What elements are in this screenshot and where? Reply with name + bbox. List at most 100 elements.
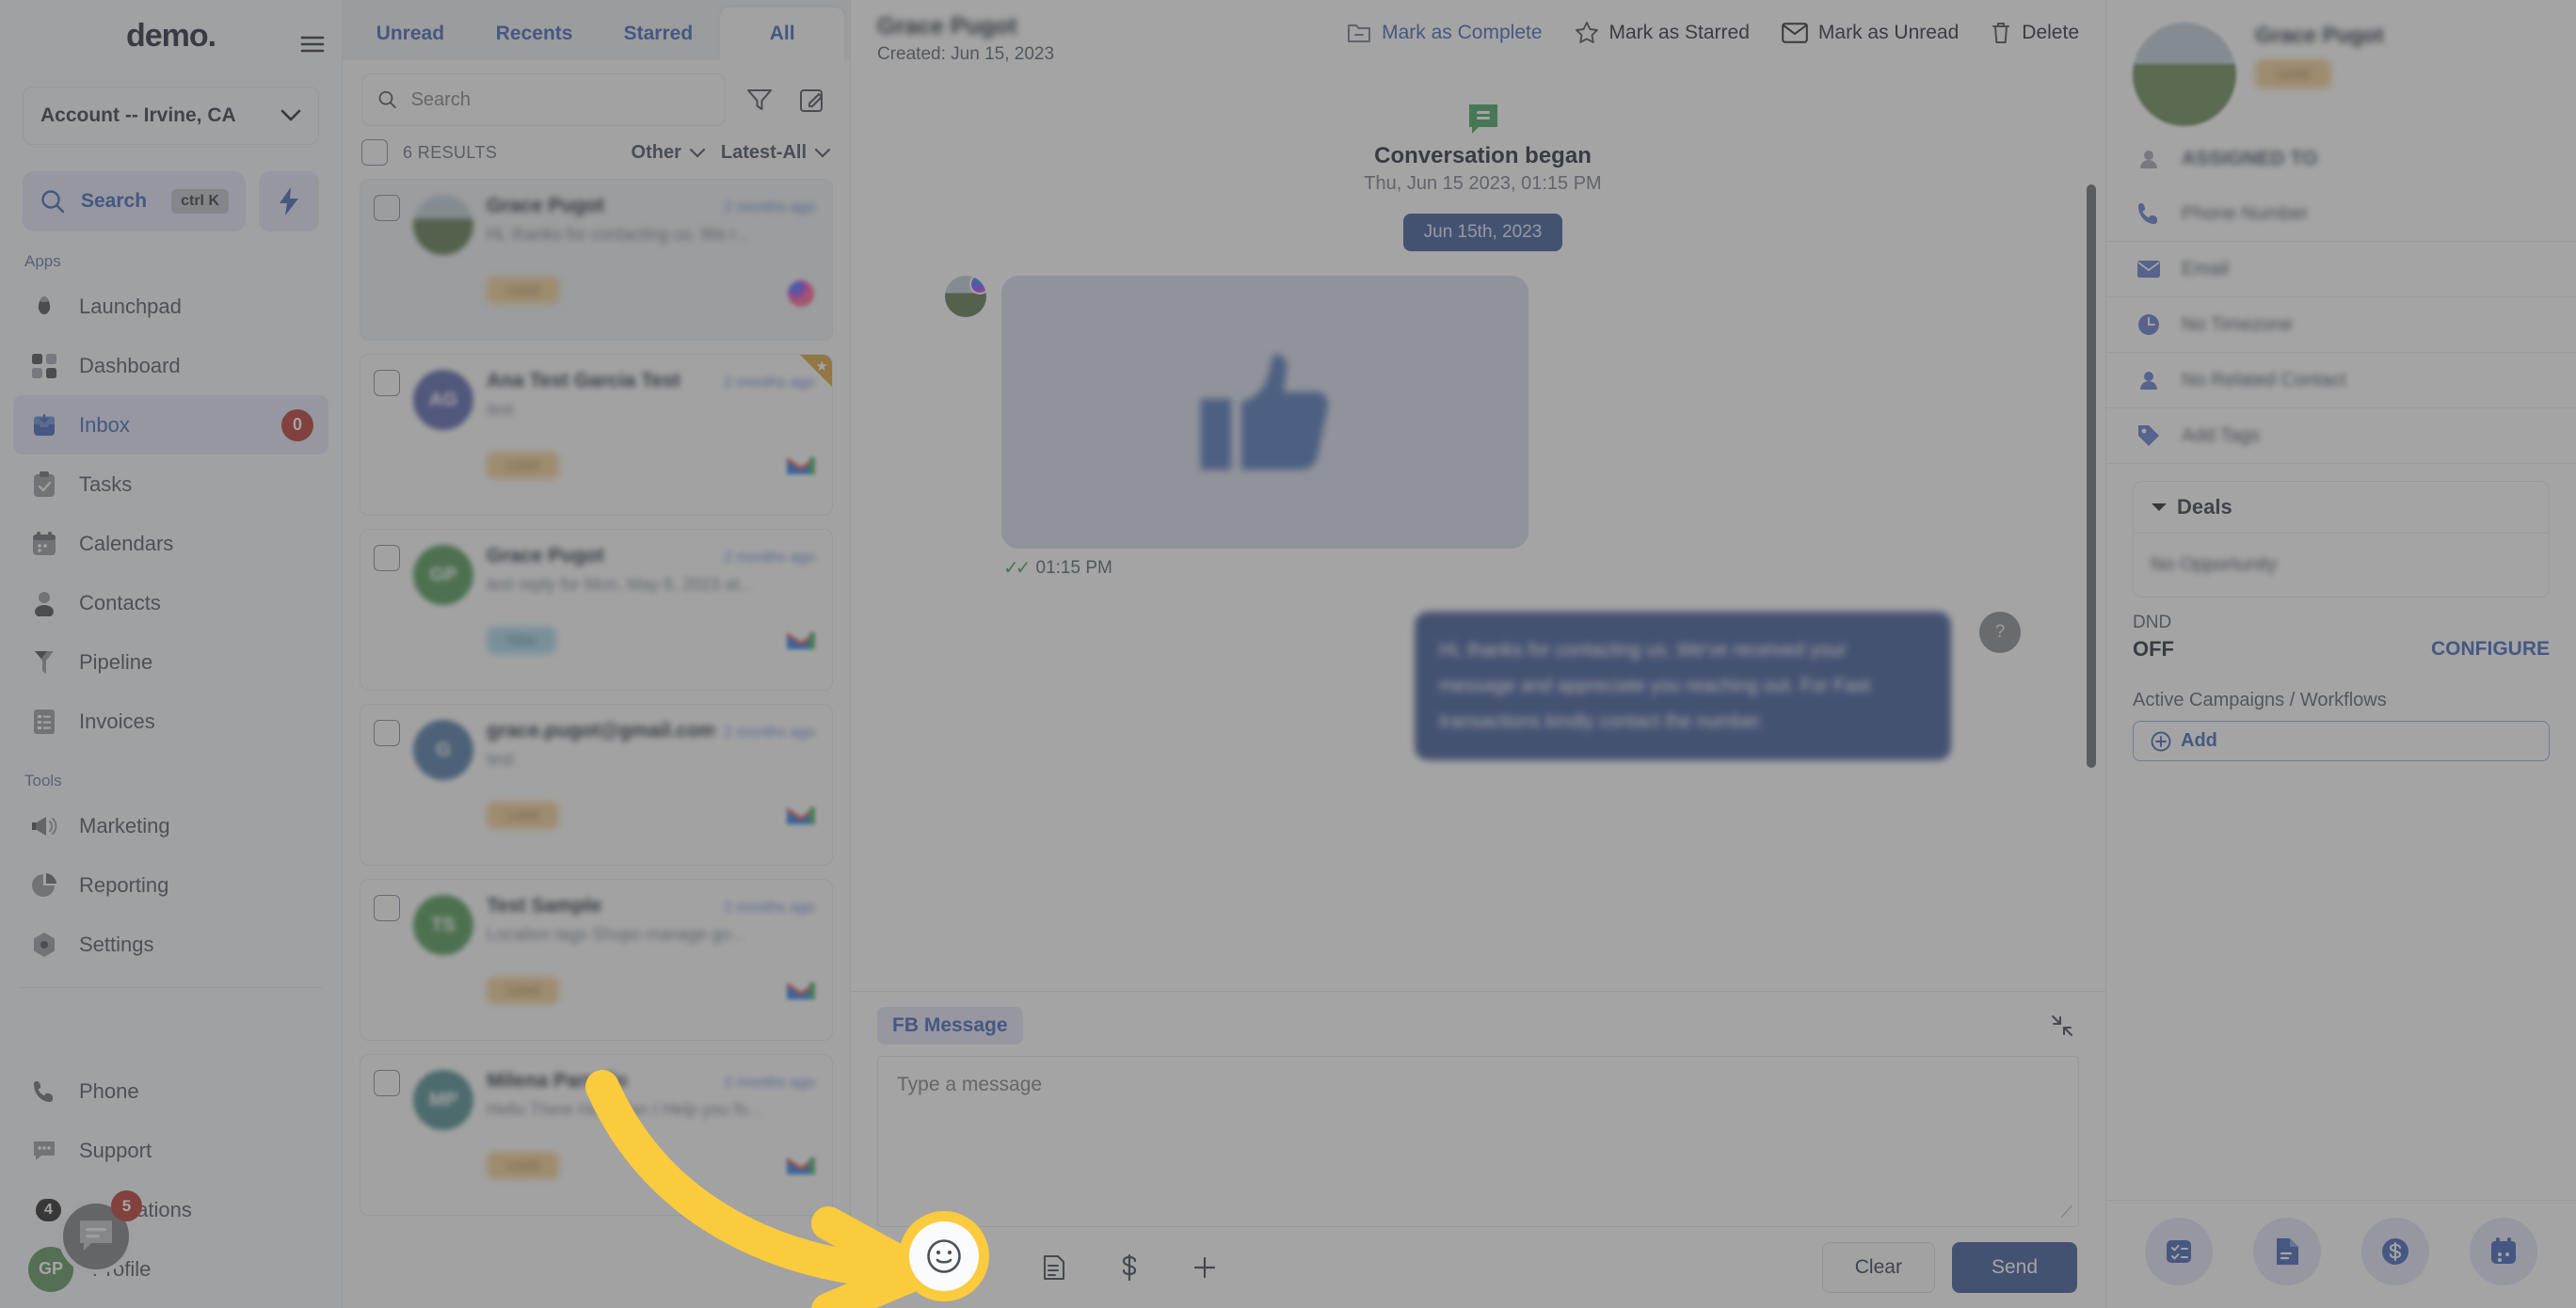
related-contact-field[interactable]: No Related Contact	[2106, 353, 2576, 408]
sidebar-item-launchpad[interactable]: Launchpad	[13, 277, 328, 336]
collapse-menu-icon[interactable]	[296, 28, 328, 60]
send-button[interactable]: Send	[1951, 1242, 2077, 1293]
inbox-tray-icon	[28, 409, 60, 441]
dollar-circle-icon[interactable]	[2360, 1218, 2429, 1285]
sidebar-item-inbox[interactable]: Inbox 0	[13, 395, 328, 455]
message-input-wrapper[interactable]: ⟋	[877, 1056, 2079, 1227]
channel-selector[interactable]: FB Message	[877, 1007, 1023, 1045]
dnd-configure-link[interactable]: CONFIGURE	[2431, 638, 2550, 661]
sort-filter-select[interactable]: Latest-All	[721, 142, 831, 164]
list-item[interactable]: TS Test Sample 2 months ago Location tag…	[360, 879, 833, 1041]
global-search-button[interactable]: Search ctrl K	[23, 171, 246, 231]
avatar	[2133, 23, 2236, 126]
sidebar-item-invoices[interactable]: Invoices	[13, 692, 328, 751]
dollar-payment-icon[interactable]	[1111, 1249, 1148, 1286]
sidebar-item-phone[interactable]: Phone	[13, 1061, 328, 1121]
clipboard-check-icon	[28, 469, 60, 501]
envelope-icon	[1782, 23, 1808, 43]
conversation-detail-panel: Grace Pugot Created: Jun 15, 2023 Mark a…	[851, 0, 2105, 1308]
collapse-expand-icon[interactable]	[2045, 1009, 2079, 1043]
document-icon[interactable]	[2253, 1218, 2322, 1285]
deals-header[interactable]: Deals	[2134, 482, 2549, 534]
compose-pencil-icon[interactable]	[793, 81, 831, 119]
status-badge: Lead	[487, 277, 560, 304]
avatar	[413, 195, 473, 255]
nav-divider	[19, 987, 323, 988]
avatar: GP	[413, 545, 473, 605]
list-item[interactable]: MP Milena Parrello 2 months ago Hello Th…	[360, 1054, 833, 1216]
email-field[interactable]: Email	[2106, 242, 2576, 297]
message-thread[interactable]: Conversation began Thu, Jun 15 2023, 01:…	[851, 81, 2105, 991]
funnel-pipeline-icon	[28, 646, 60, 678]
sidebar-item-tasks[interactable]: Tasks	[13, 455, 328, 514]
template-snippet-icon[interactable]	[1035, 1249, 1073, 1286]
list-item[interactable]: GP Grace Pugot 2 months ago test reply f…	[360, 529, 833, 691]
add-campaign-button[interactable]: Add	[2133, 721, 2550, 761]
delete-button[interactable]: Delete	[1991, 21, 2079, 45]
related-contact-icon	[2133, 364, 2165, 396]
lightning-bolt-icon[interactable]	[259, 171, 319, 231]
composer-toolbar: Clear Send	[877, 1227, 2079, 1293]
tab-recents[interactable]: Recents	[472, 8, 597, 60]
conversation-checkbox[interactable]	[374, 895, 400, 921]
quick-actions-bar	[2106, 1200, 2576, 1308]
sidebar-item-settings[interactable]: Settings	[13, 915, 328, 974]
search-input-wrapper[interactable]	[361, 73, 726, 126]
nav-group-apps: Launchpad Dashboard Inbox 0 Tasks Calend…	[0, 277, 342, 751]
sidebar-item-label: Invoices	[79, 709, 155, 733]
contact-name: Grace Pugot	[2255, 23, 2384, 47]
mark-as-starred-button[interactable]: Mark as Starred	[1575, 21, 1750, 45]
composer-actions: Clear Send	[1821, 1242, 2077, 1293]
emoji-smiley-icon[interactable]	[909, 1221, 979, 1291]
plus-more-icon[interactable]	[1186, 1249, 1224, 1286]
tab-unread[interactable]: Unread	[348, 8, 472, 60]
avatar: TS	[413, 895, 473, 955]
conversation-checkbox[interactable]	[374, 720, 400, 746]
messenger-icon	[969, 276, 986, 295]
sidebar-item-support[interactable]: Support	[13, 1121, 328, 1180]
clear-button[interactable]: Clear	[1821, 1242, 1935, 1293]
conversation-checkbox[interactable]	[374, 370, 400, 396]
sidebar-item-reporting[interactable]: Reporting	[13, 855, 328, 915]
conversation-header: Grace Pugot Created: Jun 15, 2023 Mark a…	[851, 0, 2105, 81]
conversation-checkbox[interactable]	[374, 1070, 400, 1096]
contact-details-panel: Grace Pugot Lead ASSIGNED TO Phone Numbe…	[2105, 0, 2576, 1308]
sidebar-item-dashboard[interactable]: Dashboard	[13, 336, 328, 395]
sidebar-item-calendars[interactable]: Calendars	[13, 514, 328, 573]
sort-filter-label: Latest-All	[720, 141, 807, 163]
thread-scrollbar[interactable]	[2087, 184, 2096, 768]
tab-all[interactable]: All	[720, 8, 844, 60]
date-separator: Jun 15th, 2023	[945, 195, 2021, 251]
related-contact-value: No Related Contact	[2182, 369, 2346, 391]
mark-as-complete-button[interactable]: Mark as Complete	[1347, 22, 1543, 44]
message-input[interactable]	[878, 1057, 2078, 1226]
inbox-unread-badge: 0	[281, 408, 313, 441]
search-input[interactable]	[410, 88, 710, 111]
conversation-checkbox[interactable]	[374, 195, 400, 221]
filter-funnel-icon[interactable]	[741, 81, 778, 119]
sidebar-item-marketing[interactable]: Marketing	[13, 796, 328, 855]
list-item[interactable]: G grace.pugot@gmail.com 2 months ago tes…	[360, 704, 833, 866]
sticker-bubble	[1001, 276, 1528, 549]
conversation-checkbox[interactable]	[374, 545, 400, 571]
person-icon	[2133, 143, 2165, 175]
mark-as-unread-button[interactable]: Mark as Unread	[1782, 22, 1959, 44]
sidebar-item-contacts[interactable]: Contacts	[13, 573, 328, 632]
assigned-to-row[interactable]: ASSIGNED TO	[2106, 132, 2576, 186]
list-item[interactable]: Grace Pugot 2 months ago Hi, thanks for …	[360, 179, 833, 341]
sidebar-item-pipeline[interactable]: Pipeline	[13, 632, 328, 692]
tags-field[interactable]: Add Tags	[2106, 408, 2576, 464]
timestamp: 2 months ago	[724, 550, 815, 566]
tab-starred[interactable]: Starred	[597, 8, 721, 60]
conversation-items[interactable]: Grace Pugot 2 months ago Hi, thanks for …	[343, 179, 850, 1308]
resize-grip-icon[interactable]: ⟋	[2060, 1203, 2072, 1222]
timezone-field[interactable]: No Timezone	[2106, 297, 2576, 353]
phone-field[interactable]: Phone Number	[2106, 186, 2576, 242]
select-all-checkbox[interactable]	[361, 139, 388, 166]
star-outline-icon	[1575, 22, 1598, 43]
account-selector[interactable]: Account -- Irvine, CA	[23, 87, 319, 145]
calendar-icon[interactable]	[2469, 1218, 2537, 1285]
task-checklist-icon[interactable]	[2145, 1218, 2214, 1285]
type-filter-select[interactable]: Other	[632, 142, 706, 164]
list-item[interactable]: ★ AG Ana Test Garcia Test 2 months ago t…	[360, 354, 833, 516]
